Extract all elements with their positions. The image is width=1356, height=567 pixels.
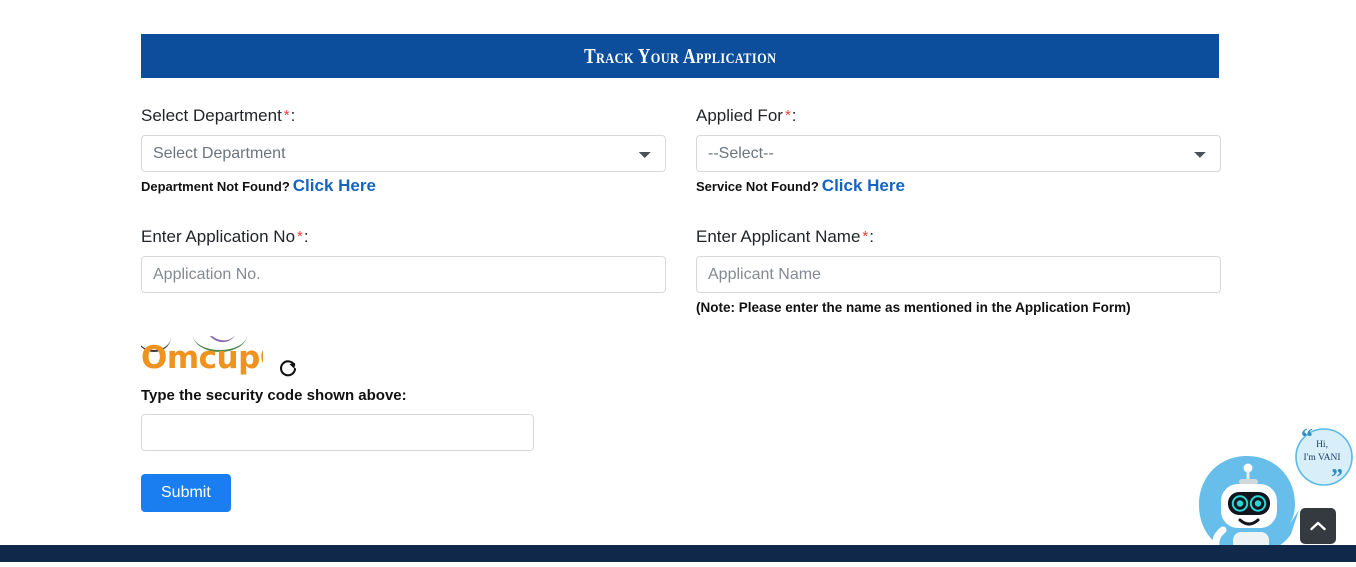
label-colon: : (869, 227, 874, 246)
required-asterisk: * (297, 228, 303, 245)
helper-text: Service Not Found? (696, 179, 819, 194)
applied-for-dropdown[interactable]: --Select-- (696, 135, 1221, 172)
applicant-name-note: (Note: Please enter the name as mentione… (696, 300, 1131, 315)
field-group-applicant-name: Enter Applicant Name*: (Note: Please ent… (696, 225, 1221, 317)
form-row-2: Enter Application No*: Enter Applicant N… (141, 225, 1221, 317)
submit-button[interactable]: Submit (141, 474, 231, 512)
label-applicant-name: Enter Applicant Name *: (696, 225, 1221, 249)
svg-text:”: ” (1331, 465, 1343, 491)
application-no-input[interactable] (141, 256, 666, 293)
page-title: Track Your Application (583, 43, 777, 68)
field-group-applied-for: Applied For *: --Select-- Service Not Fou… (696, 104, 1221, 195)
track-application-form: Select Department *: Select Department De… (141, 104, 1221, 317)
required-asterisk: * (784, 107, 791, 124)
chevron-up-icon (1310, 521, 1326, 531)
label-applied-for: Applied For *: (696, 104, 1221, 128)
scroll-to-top-button[interactable] (1300, 508, 1336, 544)
field-group-department: Select Department *: Select Department De… (141, 104, 666, 195)
select-department-dropdown[interactable]: Select Department (141, 135, 666, 172)
department-click-here-link[interactable]: Click Here (293, 176, 376, 195)
greeting-line-2: I'm VANI (1303, 452, 1341, 463)
form-row-1: Select Department *: Select Department De… (141, 104, 1221, 195)
greeting-line-1: Hi, (1316, 440, 1328, 450)
label-select-department: Select Department *: (141, 104, 666, 128)
captcha-prompt-label: Type the security code shown above: (141, 387, 407, 404)
service-click-here-link[interactable]: Click Here (822, 176, 905, 195)
label-colon: : (290, 106, 296, 125)
helper-text: Department Not Found? (141, 179, 290, 194)
captcha-image-row: OmcupG (141, 336, 661, 382)
field-group-application-no: Enter Application No *: (141, 225, 666, 317)
refresh-icon[interactable] (277, 358, 299, 380)
label-application-no: Enter Application No *: (141, 225, 666, 249)
label-text: Select Department (141, 106, 282, 125)
required-asterisk: * (862, 228, 869, 245)
service-not-found-helper: Service Not Found? Click Here (696, 177, 1221, 195)
chatbot-greeting-bubble[interactable]: “ ” Hi, I'm VANI (1291, 425, 1353, 491)
applicant-name-input[interactable] (696, 256, 1221, 293)
department-not-found-helper: Department Not Found? Click Here (141, 177, 666, 195)
page-footer-bar (0, 545, 1356, 562)
page-header-banner: Track Your Application (141, 34, 1219, 78)
captcha-section: OmcupG Type the security code shown abov… (141, 336, 661, 512)
captcha-input[interactable] (141, 414, 534, 451)
label-text: Applied For (696, 106, 783, 125)
captcha-image: OmcupG (141, 336, 263, 382)
chatbot-greeting-text: Hi, I'm VANI (1291, 439, 1353, 464)
label-text: Enter Applicant Name (696, 227, 861, 246)
label-text: Enter Application No (141, 227, 296, 246)
captcha-code-text: OmcupG (141, 340, 263, 376)
label-colon: : (303, 227, 309, 246)
label-colon: : (791, 106, 797, 125)
required-asterisk: * (283, 107, 290, 124)
